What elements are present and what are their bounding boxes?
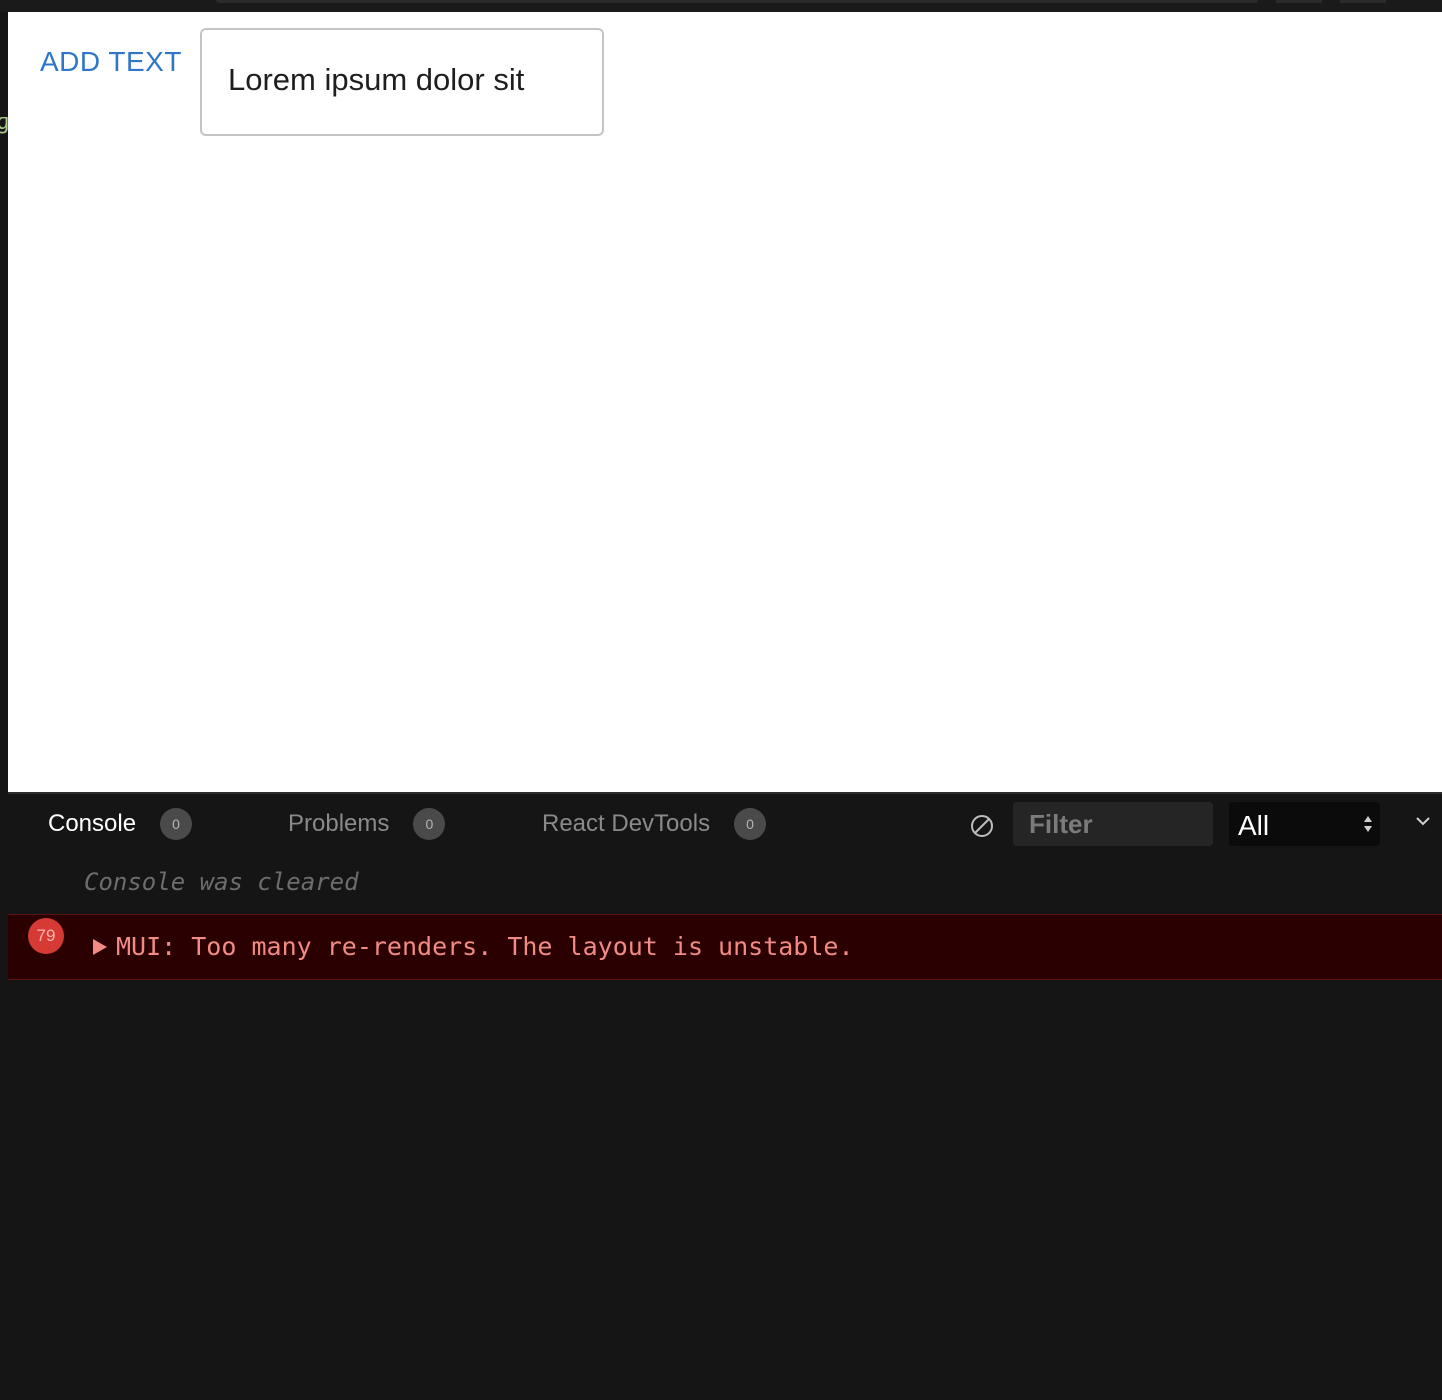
preview-pane: ADD TEXT [8, 12, 1442, 792]
left-gutter: ɡ [0, 12, 9, 1400]
editor-tab-edge [216, 0, 1258, 3]
chevron-down-icon[interactable] [1414, 814, 1432, 828]
filter-input[interactable] [1013, 802, 1213, 846]
error-message: MUI: Too many re-renders. The layout is … [116, 932, 854, 961]
log-level-value: All [1238, 810, 1270, 841]
tab-label: Problems [288, 810, 390, 837]
console-error-row[interactable]: 79 MUI: Too many re-renders. The layout … [8, 914, 1442, 980]
add-text-button[interactable]: ADD TEXT [40, 46, 182, 78]
text-input[interactable] [228, 62, 578, 98]
log-level-select[interactable]: All [1229, 802, 1380, 846]
clear-console-icon[interactable] [970, 814, 994, 838]
updown-arrows-icon [1364, 816, 1372, 832]
editor-tab-edge [1340, 0, 1386, 3]
tab-count-badge: 0 [413, 808, 446, 840]
devtools-tabbar: Console 0 Problems 0 React DevTools 0 Al… [8, 794, 1442, 856]
tab-count-badge: 0 [160, 808, 193, 840]
tab-count-badge: 0 [734, 808, 767, 840]
editor-top-strip [0, 0, 1442, 12]
console-cleared-message: Console was cleared [84, 868, 359, 896]
tab-console[interactable]: Console 0 [48, 808, 193, 840]
tab-label: React DevTools [542, 810, 711, 837]
triangle-right-icon[interactable] [92, 938, 108, 956]
editor-tab-edge [1276, 0, 1322, 3]
app-window: ɡ ADD TEXT Console 0 Problems 0 React De… [0, 0, 1442, 1400]
devtools-panel: Console 0 Problems 0 React DevTools 0 Al… [8, 792, 1442, 1400]
error-repeat-badge: 79 [28, 918, 64, 954]
tab-problems[interactable]: Problems 0 [288, 808, 446, 840]
tab-label: Console [48, 810, 137, 837]
text-field[interactable] [200, 28, 604, 136]
tab-react-devtools[interactable]: React DevTools 0 [542, 808, 767, 840]
